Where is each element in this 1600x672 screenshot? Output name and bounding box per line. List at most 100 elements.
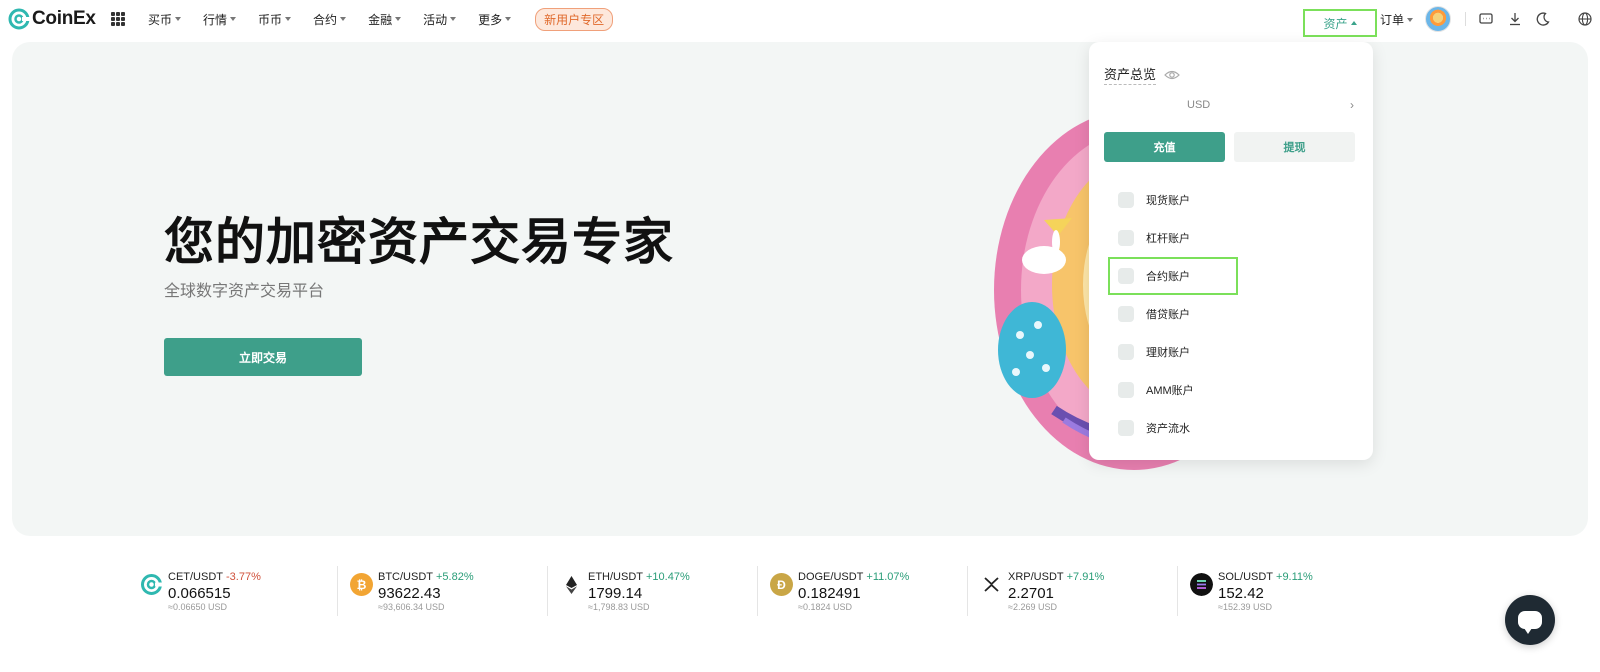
assets-overview-title[interactable]: 资产总览 bbox=[1104, 64, 1157, 85]
chevron-down-icon bbox=[1407, 17, 1414, 22]
ticker-item-eth[interactable]: ETH/USDT +10.47% 1799.14 ≈1,798.83 USD bbox=[548, 566, 758, 616]
coinex-icon bbox=[141, 574, 163, 595]
market-ticker: CET/USDT -3.77% 0.066515 ≈0.06650 USD ₿ B… bbox=[128, 566, 1388, 616]
bitcoin-icon: ₿ bbox=[350, 573, 373, 596]
coins-icon bbox=[1118, 192, 1134, 208]
ticker-usd: ≈152.39 USD bbox=[1218, 602, 1272, 612]
loan-account-item[interactable]: 借贷账户 bbox=[1104, 295, 1358, 333]
eye-icon[interactable] bbox=[1164, 69, 1180, 81]
coinex-logo-icon bbox=[8, 8, 30, 30]
assets-overview-header: 资产总览 bbox=[1104, 64, 1180, 85]
list-item-label: AMM账户 bbox=[1146, 385, 1194, 397]
list-item-label: 借贷账户 bbox=[1146, 309, 1190, 321]
nav-activities[interactable]: 活动 bbox=[423, 11, 457, 28]
ticker-item-xrp[interactable]: XRP/USDT +7.91% 2.2701 ≈2.269 USD bbox=[968, 566, 1178, 616]
ticker-pair: BTC/USDT bbox=[378, 571, 433, 583]
list-item-label: 资产流水 bbox=[1146, 423, 1190, 435]
ticker-pair: ETH/USDT bbox=[588, 571, 643, 583]
amm-account-item[interactable]: AMM账户 bbox=[1104, 371, 1358, 409]
chevron-down-icon bbox=[340, 17, 347, 21]
coinex-logo[interactable]: CoinEx bbox=[8, 8, 96, 30]
top-navigation: CoinEx 买币 行情 币币 合约 金融 活动 更多 新用户专区 资产 订单 bbox=[0, 0, 1600, 38]
message-icon[interactable] bbox=[1478, 11, 1494, 27]
trade-now-button[interactable]: 立即交易 bbox=[164, 338, 362, 376]
loan-icon bbox=[1118, 306, 1134, 322]
wealth-icon bbox=[1118, 344, 1134, 360]
nav-markets[interactable]: 行情 bbox=[203, 11, 237, 28]
deposit-button[interactable]: 充值 bbox=[1104, 132, 1225, 162]
amm-icon bbox=[1118, 382, 1134, 398]
ticker-usd: ≈2.269 USD bbox=[1008, 602, 1057, 612]
chevron-right-icon: › bbox=[1350, 98, 1354, 112]
divider bbox=[1465, 12, 1466, 26]
ticker-change: +9.11% bbox=[1276, 571, 1313, 583]
ethereum-icon bbox=[566, 576, 577, 594]
ticker-usd: ≈93,606.34 USD bbox=[378, 602, 445, 612]
assets-menu-button[interactable]: 资产 bbox=[1303, 9, 1377, 37]
ticker-price: 93622.43 bbox=[378, 585, 441, 602]
ticker-price: 2.2701 bbox=[1008, 585, 1054, 602]
ticker-item-doge[interactable]: Ð DOGE/USDT +11.07% 0.182491 ≈0.1824 USD bbox=[758, 566, 968, 616]
ticker-change: +7.91% bbox=[1066, 571, 1105, 583]
futures-account-item[interactable]: 合约账户 bbox=[1108, 257, 1238, 295]
chevron-down-icon bbox=[395, 17, 402, 21]
orders-menu-button[interactable]: 订单 bbox=[1380, 11, 1414, 28]
language-globe-icon[interactable] bbox=[1577, 11, 1593, 27]
new-user-zone-badge[interactable]: 新用户专区 bbox=[535, 7, 614, 31]
ticker-change: +5.82% bbox=[436, 571, 474, 583]
brand-name: CoinEx bbox=[32, 8, 96, 29]
list-item-label: 杠杆账户 bbox=[1146, 233, 1190, 245]
currency-label: USD bbox=[1187, 99, 1211, 111]
ticker-pair: XRP/USDT bbox=[1008, 571, 1064, 583]
assets-dropdown: 资产总览 USD › 充值 提现 现货账户 杠杆账户 合约账户 借贷账户 理财账… bbox=[1089, 42, 1373, 460]
ticker-pair: DOGE/USDT bbox=[798, 571, 864, 583]
ticker-pair: CET/USDT bbox=[168, 571, 223, 583]
ticker-price: 0.182491 bbox=[798, 585, 861, 602]
list-item-label: 现货账户 bbox=[1146, 195, 1190, 207]
nav-more[interactable]: 更多 bbox=[478, 11, 512, 28]
ledger-icon bbox=[1118, 420, 1134, 436]
ticker-change: +10.47% bbox=[646, 571, 690, 583]
ticker-usd: ≈1,798.83 USD bbox=[588, 602, 650, 612]
list-item-label: 合约账户 bbox=[1146, 271, 1190, 283]
chevron-down-icon bbox=[450, 17, 457, 21]
chat-icon bbox=[1518, 611, 1542, 634]
ticker-item-sol[interactable]: SOL/USDT +9.11% 152.42 ≈152.39 USD bbox=[1178, 566, 1388, 616]
ticker-price: 152.42 bbox=[1218, 585, 1264, 602]
nav-finance[interactable]: 金融 bbox=[368, 11, 402, 28]
ticker-change: -3.77% bbox=[226, 571, 261, 583]
withdraw-button[interactable]: 提现 bbox=[1234, 132, 1355, 162]
chevron-down-icon bbox=[285, 17, 292, 21]
nav-spot[interactable]: 币币 bbox=[258, 11, 292, 28]
spot-account-item[interactable]: 现货账户 bbox=[1104, 181, 1358, 219]
financial-account-item[interactable]: 理财账户 bbox=[1104, 333, 1358, 371]
nav-buy-crypto[interactable]: 买币 bbox=[148, 11, 182, 28]
nav-futures[interactable]: 合约 bbox=[313, 11, 347, 28]
ticker-pair: SOL/USDT bbox=[1218, 571, 1274, 583]
assets-menu-label: 资产 bbox=[1323, 16, 1348, 31]
support-chat-button[interactable] bbox=[1505, 595, 1555, 645]
solana-icon bbox=[1190, 573, 1213, 596]
total-balance-row[interactable]: USD › bbox=[1104, 94, 1358, 116]
ticker-usd: ≈0.06650 USD bbox=[168, 602, 227, 612]
ticker-item-btc[interactable]: ₿ BTC/USDT +5.82% 93622.43 ≈93,606.34 USD bbox=[338, 566, 548, 616]
contract-icon bbox=[1118, 268, 1134, 284]
asset-history-item[interactable]: 资产流水 bbox=[1104, 409, 1358, 447]
main-nav: 买币 行情 币币 合约 金融 活动 更多 新用户专区 bbox=[148, 0, 614, 38]
chevron-down-icon bbox=[230, 17, 237, 21]
apps-grid-icon[interactable] bbox=[111, 12, 125, 26]
chevron-up-icon bbox=[1350, 21, 1357, 25]
download-icon[interactable] bbox=[1507, 11, 1523, 27]
hero-subtitle: 全球数字资产交易平台 bbox=[164, 283, 325, 300]
list-item-label: 理财账户 bbox=[1146, 347, 1190, 359]
ticker-change: +11.07% bbox=[866, 571, 910, 583]
chevron-down-icon bbox=[505, 17, 512, 21]
ticker-item-cet[interactable]: CET/USDT -3.77% 0.066515 ≈0.06650 USD bbox=[128, 566, 338, 616]
orders-menu-label: 订单 bbox=[1380, 13, 1405, 27]
ticker-price: 0.066515 bbox=[168, 585, 231, 602]
account-list: 现货账户 杠杆账户 合约账户 借贷账户 理财账户 AMM账户 资产流水 bbox=[1104, 181, 1358, 447]
margin-account-item[interactable]: 杠杆账户 bbox=[1104, 219, 1358, 257]
dogecoin-icon: Ð bbox=[770, 573, 793, 596]
avatar[interactable] bbox=[1425, 6, 1451, 32]
dark-mode-icon[interactable] bbox=[1535, 11, 1551, 27]
